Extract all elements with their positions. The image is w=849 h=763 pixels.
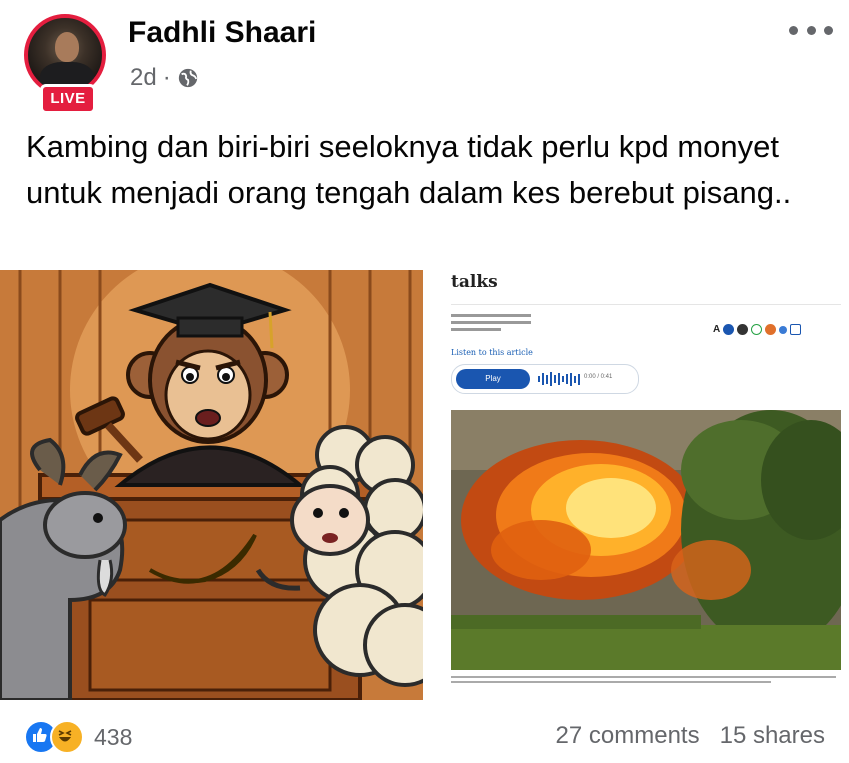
fire-photo-drawing bbox=[451, 410, 841, 670]
share-icons-row: A bbox=[713, 324, 802, 335]
facebook-share-icon[interactable] bbox=[723, 324, 735, 335]
play-button[interactable]: Play bbox=[456, 369, 530, 389]
reaction-count[interactable]: 438 bbox=[94, 724, 132, 751]
more-dot bbox=[806, 25, 816, 35]
haha-icon bbox=[50, 720, 84, 754]
fire-explosion-photo[interactable] bbox=[451, 410, 841, 670]
waveform-icon bbox=[538, 372, 580, 386]
live-badge: LIVE bbox=[40, 84, 96, 114]
article-meta-lines bbox=[451, 314, 531, 331]
x-share-icon[interactable] bbox=[737, 324, 749, 335]
author-name[interactable]: Fadhli Shaari bbox=[128, 16, 316, 50]
more-dot bbox=[789, 25, 798, 35]
avatar-head bbox=[55, 32, 79, 62]
text-size-icon[interactable]: A bbox=[713, 324, 720, 335]
article-divider bbox=[451, 304, 841, 305]
reactions-summary[interactable]: 438 bbox=[24, 720, 132, 754]
post-media[interactable]: talks A Listen to this article Play 0:00… bbox=[0, 270, 849, 700]
audio-player[interactable]: Play 0:00 / 0:41 bbox=[451, 364, 639, 394]
comments-count[interactable]: 27 comments bbox=[556, 722, 700, 750]
link-share-icon[interactable] bbox=[779, 325, 788, 334]
globe-icon bbox=[178, 68, 197, 88]
listen-label: Listen to this article bbox=[451, 348, 533, 357]
shares-count[interactable]: 15 shares bbox=[720, 722, 825, 750]
reddit-share-icon[interactable] bbox=[765, 324, 777, 335]
article-title: talks bbox=[451, 272, 498, 292]
post-caption: Kambing dan biri-biri seeloknya tidak pe… bbox=[26, 129, 792, 210]
more-dot bbox=[824, 25, 833, 35]
meta-separator: · bbox=[162, 64, 171, 91]
comic-drawing bbox=[0, 270, 423, 700]
photo-caption-lines bbox=[451, 674, 841, 683]
whatsapp-share-icon[interactable] bbox=[751, 324, 763, 335]
more-options-icon[interactable] bbox=[789, 20, 833, 40]
audio-time: 0:00 / 0:41 bbox=[584, 374, 613, 380]
post-footer: 438 27 comments 15 shares bbox=[0, 700, 849, 763]
news-article-screenshot[interactable]: talks A Listen to this article Play 0:00… bbox=[423, 270, 849, 700]
author-avatar-container[interactable]: LIVE bbox=[22, 14, 112, 114]
comment-share-icon[interactable] bbox=[790, 324, 802, 335]
engagement-stats: 27 comments 15 shares bbox=[556, 722, 825, 750]
post-meta: 2d · bbox=[130, 64, 199, 92]
post-time[interactable]: 2d bbox=[130, 64, 157, 92]
post-header: LIVE Fadhli Shaari 2d · bbox=[0, 0, 849, 120]
courtroom-comic-illustration[interactable] bbox=[0, 270, 423, 700]
